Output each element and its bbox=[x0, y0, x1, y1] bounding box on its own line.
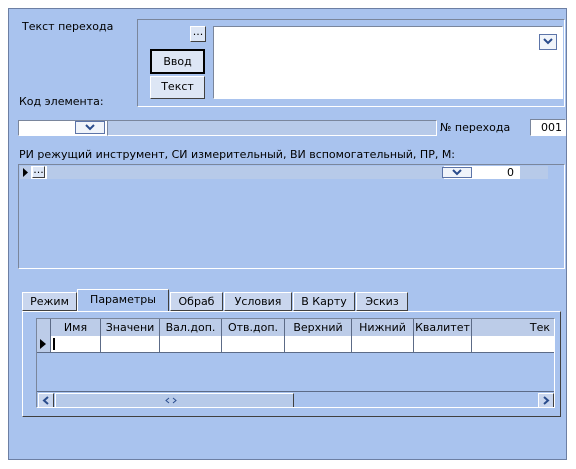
parameters-tab-page: Имя Значени Вал.доп. Отв.доп. Верхний Ни… bbox=[22, 311, 561, 417]
table-cell[interactable] bbox=[472, 336, 554, 352]
text-cursor bbox=[53, 338, 55, 350]
transition-number-field[interactable]: 001 bbox=[530, 119, 566, 136]
parameters-grid[interactable]: Имя Значени Вал.доп. Отв.доп. Верхний Ни… bbox=[36, 318, 555, 408]
transition-text-area[interactable] bbox=[213, 26, 563, 99]
tab-strip: Режим Параметры Обраб Условия В Карту Эс… bbox=[22, 289, 408, 312]
tool-dropdown-button[interactable] bbox=[442, 167, 472, 178]
column-header[interactable]: Тек bbox=[472, 319, 554, 336]
column-header[interactable]: Отв.доп. bbox=[222, 319, 285, 336]
column-header[interactable]: Значени bbox=[101, 319, 160, 336]
transition-text-label: Текст перехода bbox=[22, 20, 114, 33]
chevron-left-icon bbox=[42, 396, 49, 405]
horizontal-scrollbar[interactable] bbox=[37, 391, 554, 407]
chevron-right-icon bbox=[543, 396, 550, 405]
tab-sketch[interactable]: Эскиз bbox=[356, 292, 408, 311]
scroll-left-button[interactable] bbox=[38, 393, 54, 407]
row-indicator bbox=[20, 166, 31, 179]
chevron-down-icon bbox=[452, 169, 462, 176]
column-header[interactable]: Квалитет bbox=[414, 319, 472, 336]
current-row-arrow-icon bbox=[23, 168, 28, 177]
table-cell[interactable] bbox=[222, 336, 285, 352]
current-row-arrow-icon bbox=[40, 339, 46, 349]
grip-icon bbox=[165, 397, 177, 404]
tab-to-card[interactable]: В Карту bbox=[293, 292, 355, 311]
table-cell[interactable] bbox=[414, 336, 472, 352]
transition-number-label: № перехода bbox=[440, 121, 511, 134]
transition-window: Текст перехода ... Ввод Текст Код элемен… bbox=[8, 8, 567, 460]
text-button[interactable]: Текст bbox=[150, 76, 205, 99]
tool-extra-cell[interactable] bbox=[520, 166, 548, 179]
table-cell[interactable] bbox=[51, 336, 101, 352]
column-header[interactable]: Нижний bbox=[352, 319, 414, 336]
element-name-field[interactable] bbox=[107, 120, 437, 136]
scroll-right-button[interactable] bbox=[538, 393, 554, 407]
tool-name-cell[interactable] bbox=[47, 166, 444, 179]
table-row[interactable] bbox=[37, 336, 554, 353]
table-cell[interactable] bbox=[352, 336, 414, 352]
scroll-thumb[interactable] bbox=[55, 393, 294, 407]
grid-header: Имя Значени Вал.доп. Отв.доп. Верхний Ни… bbox=[37, 319, 554, 336]
text-area-dropdown-button[interactable] bbox=[539, 34, 557, 50]
tools-grid[interactable]: ... 0 bbox=[18, 164, 565, 269]
column-header[interactable]: Верхний bbox=[285, 319, 352, 336]
row-indicator bbox=[37, 336, 51, 352]
chevron-down-icon bbox=[543, 38, 553, 45]
table-cell[interactable] bbox=[101, 336, 160, 352]
table-cell[interactable] bbox=[285, 336, 352, 352]
element-code-label: Код элемента: bbox=[19, 95, 104, 108]
chevron-down-icon bbox=[85, 124, 95, 131]
tool-count-cell[interactable]: 0 bbox=[475, 166, 517, 179]
tools-ellipsis-button[interactable]: ... bbox=[32, 164, 45, 178]
table-cell[interactable] bbox=[160, 336, 222, 352]
tab-mode[interactable]: Режим bbox=[22, 292, 77, 311]
tab-processing[interactable]: Обраб bbox=[170, 292, 223, 311]
column-header[interactable]: Имя bbox=[51, 319, 101, 336]
header-indicator bbox=[37, 319, 51, 336]
input-button[interactable]: Ввод bbox=[150, 49, 205, 74]
tools-label: РИ режущий инструмент, СИ измерительный,… bbox=[19, 148, 456, 161]
tab-conditions[interactable]: Условия bbox=[224, 292, 292, 311]
tab-parameters[interactable]: Параметры bbox=[77, 289, 169, 312]
column-header[interactable]: Вал.доп. bbox=[160, 319, 222, 336]
element-code-dropdown-button[interactable] bbox=[75, 121, 105, 134]
ellipsis-button[interactable]: ... bbox=[190, 26, 206, 42]
